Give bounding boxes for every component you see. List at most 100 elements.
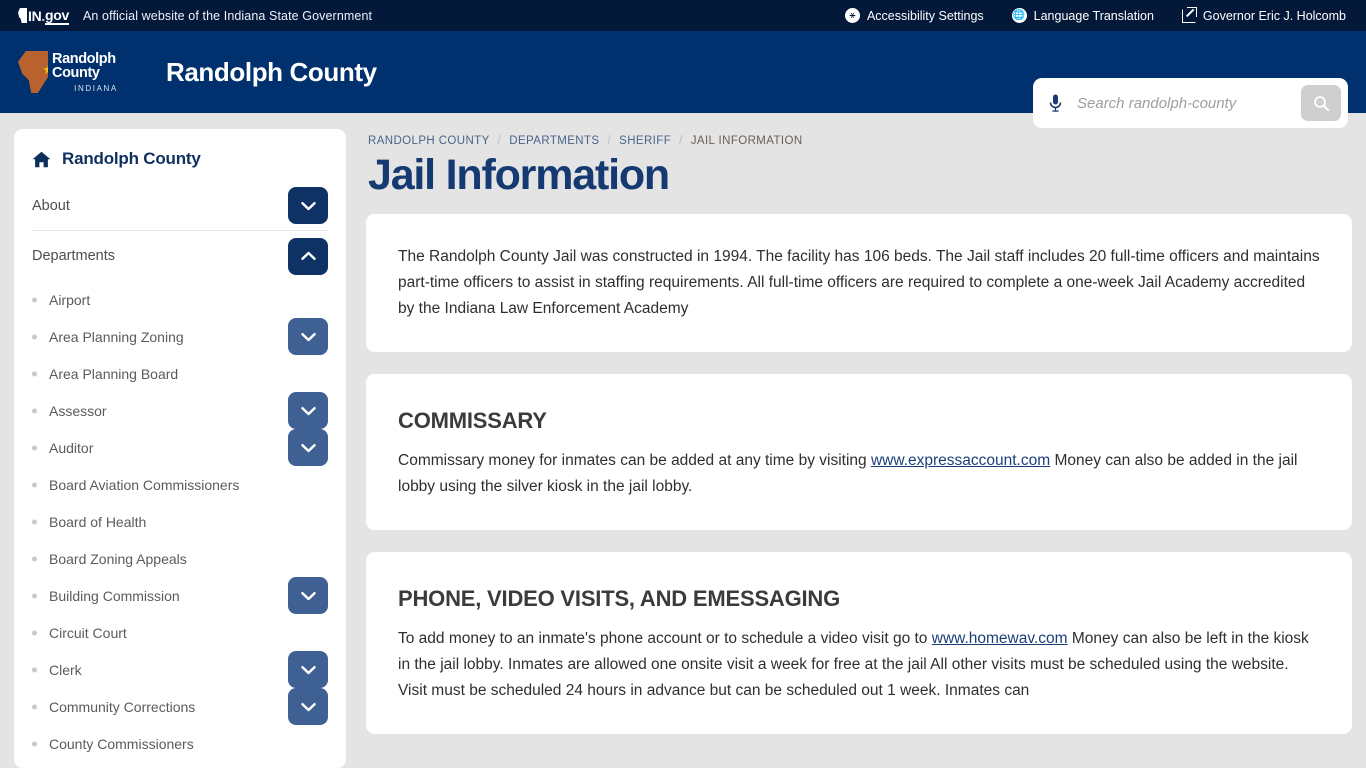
accessibility-icon: ⚹ xyxy=(844,8,860,23)
sidebar-item-board-aviation-commissioners-label[interactable]: Board Aviation Commissioners xyxy=(32,477,328,493)
sidebar-item-auditor[interactable]: Auditor xyxy=(32,429,328,466)
utility-bar: IN. gov An official website of the Indian… xyxy=(0,0,1366,31)
building-commission-expand-toggle[interactable] xyxy=(288,577,328,614)
sidebar-item-auditor-label[interactable]: Auditor xyxy=(32,440,328,456)
phone-video-emessaging-heading: PHONE, VIDEO VISITS, AND EMESSAGING xyxy=(398,586,841,612)
page-title: Jail Information xyxy=(368,151,670,199)
seal-text: Randolph County INDIANA xyxy=(52,50,140,93)
sidebar-item-about-label[interactable]: About xyxy=(32,198,328,214)
sidebar-item-county-commissioners-label[interactable]: County Commissioners xyxy=(32,736,328,752)
in-gov-logo[interactable]: IN. gov xyxy=(18,7,69,25)
chevron-down-icon xyxy=(300,332,316,341)
site-header: ★ Randolph County INDIANA Randolph Count… xyxy=(0,31,1366,128)
governor-link[interactable]: Governor Eric J. Holcomb xyxy=(1181,6,1346,23)
phone-video-emessaging-card: PHONE, VIDEO VISITS, AND EMESSAGING To a… xyxy=(366,552,1352,735)
sidebar-departments-sublist: Airport Area Planning Zoning Area Planni… xyxy=(32,281,328,762)
sidebar-item-area-planning-zoning[interactable]: Area Planning Zoning xyxy=(32,318,328,355)
breadcrumb-separator: / xyxy=(679,135,683,147)
sidebar-item-departments-label[interactable]: Departments xyxy=(32,248,328,264)
sidebar-item-community-corrections-label[interactable]: Community Corrections xyxy=(32,699,328,715)
community-corrections-expand-toggle[interactable] xyxy=(288,688,328,725)
auditor-expand-toggle[interactable] xyxy=(288,429,328,466)
sidebar-home-label: Randolph County xyxy=(62,149,201,168)
sidebar-item-circuit-court-label[interactable]: Circuit Court xyxy=(32,625,328,641)
chevron-down-icon xyxy=(300,443,316,452)
chevron-down-icon xyxy=(300,201,316,210)
accessibility-settings-label: Accessibility Settings xyxy=(866,8,984,23)
sidebar-item-clerk[interactable]: Clerk xyxy=(32,651,328,688)
sidebar-item-board-of-health[interactable]: Board of Health xyxy=(32,503,328,540)
in-gov-logo-in: IN xyxy=(28,7,42,24)
about-expand-toggle[interactable] xyxy=(288,187,328,224)
sidebar-item-departments[interactable]: Departments xyxy=(32,231,328,281)
clerk-expand-toggle[interactable] xyxy=(288,651,328,688)
chevron-down-icon xyxy=(300,665,316,674)
sidebar-item-assessor-label[interactable]: Assessor xyxy=(32,403,328,419)
chevron-down-icon xyxy=(300,406,316,415)
sidebar-item-assessor[interactable]: Assessor xyxy=(32,392,328,429)
sidebar-item-board-aviation-commissioners[interactable]: Board Aviation Commissioners xyxy=(32,466,328,503)
microphone-icon[interactable] xyxy=(1047,93,1063,113)
globe-icon: 🌐 xyxy=(1011,8,1027,23)
sidebar-item-area-planning-board-label[interactable]: Area Planning Board xyxy=(32,366,328,382)
sidebar-item-area-planning-zoning-label[interactable]: Area Planning Zoning xyxy=(32,329,328,345)
inline-link[interactable]: www.homewav.com xyxy=(932,630,1068,647)
sidebar-item-clerk-label[interactable]: Clerk xyxy=(32,662,328,678)
sidebar-item-about[interactable]: About xyxy=(32,181,328,231)
inline-link[interactable]: www.expressaccount.com xyxy=(871,452,1050,469)
breadcrumb-item-departments[interactable]: DEPARTMENTS xyxy=(509,135,599,147)
commissary-heading: COMMISSARY xyxy=(398,408,547,434)
commissary-card: COMMISSARY Commissary money for inmates … xyxy=(366,374,1352,531)
external-link-icon xyxy=(1181,6,1197,23)
jail-overview-card: The Randolph County Jail was constructed… xyxy=(366,214,1352,353)
breadcrumb-item-sheriff[interactable]: SHERIFF xyxy=(619,135,671,147)
sidebar-item-building-commission-label[interactable]: Building Commission xyxy=(32,588,328,604)
main-content: RANDOLPH COUNTY / DEPARTMENTS / SHERIFF … xyxy=(366,129,1352,768)
brand-block[interactable]: ★ Randolph County INDIANA Randolph Count… xyxy=(18,49,377,95)
sidebar-item-board-zoning-appeals-label[interactable]: Board Zoning Appeals xyxy=(32,551,328,567)
indiana-shape-icon xyxy=(18,8,27,23)
breadcrumb-separator: / xyxy=(607,135,612,147)
search-input[interactable] xyxy=(1063,93,1301,113)
sidebar-item-board-zoning-appeals[interactable]: Board Zoning Appeals xyxy=(32,540,328,577)
search-box[interactable] xyxy=(1033,78,1348,128)
breadcrumb-item-randolph-county[interactable]: RANDOLPH COUNTY xyxy=(368,135,490,147)
sidebar-item-airport[interactable]: Airport xyxy=(32,281,328,318)
commissary-paragraph: Commissary money for inmates can be adde… xyxy=(398,452,1298,496)
phone-video-emessaging-paragraph: To add money to an inmate's phone accoun… xyxy=(398,630,1309,700)
language-translation-label: Language Translation xyxy=(1033,8,1154,23)
sidebar-item-board-of-health-label[interactable]: Board of Health xyxy=(32,514,328,530)
breadcrumb-separator: / xyxy=(497,135,502,147)
chevron-up-icon xyxy=(300,251,316,261)
sidebar-item-airport-label[interactable]: Airport xyxy=(32,292,328,308)
chevron-down-icon xyxy=(300,702,316,711)
sidebar-item-building-commission[interactable]: Building Commission xyxy=(32,577,328,614)
sidebar-top-level-list: About Departments xyxy=(32,181,328,281)
chevron-down-icon xyxy=(300,591,316,600)
sidebar-item-circuit-court[interactable]: Circuit Court xyxy=(32,614,328,651)
accessibility-settings-link[interactable]: ⚹ Accessibility Settings xyxy=(844,8,984,23)
sidebar-item-county-commissioners[interactable]: County Commissioners xyxy=(32,725,328,762)
language-translation-link[interactable]: 🌐 Language Translation xyxy=(1011,8,1154,23)
area-planning-zoning-expand-toggle[interactable] xyxy=(288,318,328,355)
departments-collapse-toggle[interactable] xyxy=(288,237,328,275)
county-seal-logo[interactable]: ★ Randolph County INDIANA xyxy=(18,49,140,95)
utility-links: ⚹ Accessibility Settings 🌐 Language Tran… xyxy=(844,6,1352,23)
seal-county-name: Randolph County xyxy=(52,50,116,81)
governor-label: Governor Eric J. Holcomb xyxy=(1202,8,1346,23)
sidebar-item-area-planning-board[interactable]: Area Planning Board xyxy=(32,355,328,392)
page-body: Randolph County About Departments Airpor… xyxy=(0,113,1366,768)
indiana-state-shape-icon: ★ xyxy=(18,51,48,93)
seal-state-name: INDIANA xyxy=(74,83,118,93)
sidebar-navigation: Randolph County About Departments Airpor… xyxy=(14,129,346,768)
sidebar-item-community-corrections[interactable]: Community Corrections xyxy=(32,688,328,725)
official-website-notice: An official website of the Indiana State… xyxy=(83,8,373,23)
in-gov-logo-gov: gov xyxy=(45,6,69,25)
sidebar-home-link[interactable]: Randolph County xyxy=(32,149,328,169)
jail-overview-paragraph: The Randolph County Jail was constructed… xyxy=(398,248,1320,318)
breadcrumb: RANDOLPH COUNTY / DEPARTMENTS / SHERIFF … xyxy=(368,135,1352,147)
site-title: Randolph County xyxy=(166,56,377,87)
breadcrumb-item-jail-information: JAIL INFORMATION xyxy=(690,135,803,147)
search-button[interactable] xyxy=(1301,85,1341,121)
assessor-expand-toggle[interactable] xyxy=(288,392,328,429)
